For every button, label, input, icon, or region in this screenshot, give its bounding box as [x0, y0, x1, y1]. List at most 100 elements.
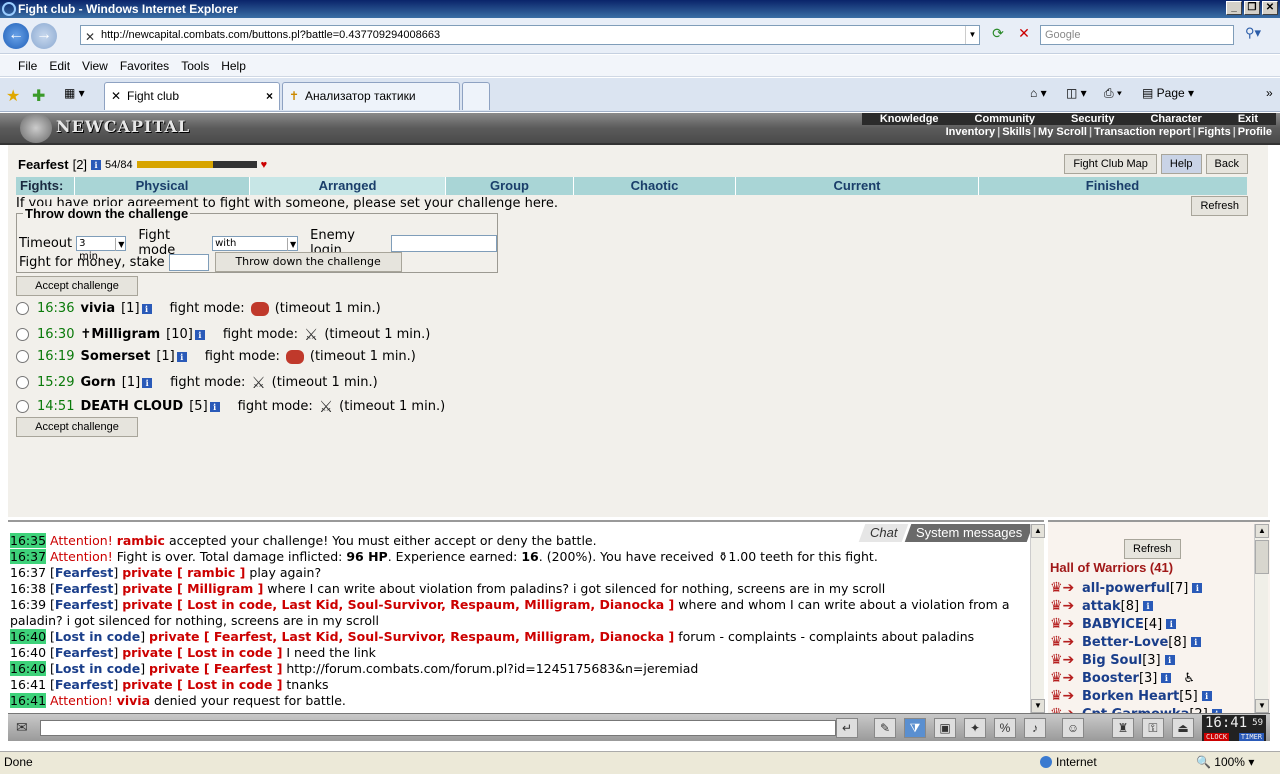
- info-icon[interactable]: i: [1161, 673, 1172, 683]
- chat-sender[interactable]: Fearfest: [55, 581, 113, 596]
- forward-nav-button[interactable]: →: [31, 23, 57, 49]
- zoom-level[interactable]: 🔍 100% ▾: [1196, 752, 1254, 772]
- challenge-row[interactable]: 15:29 Gorn [1] i fight mode: ⚔ (timeout 1 min.…: [16, 373, 378, 392]
- info-icon[interactable]: i: [141, 303, 152, 314]
- info-icon[interactable]: i: [209, 401, 220, 412]
- warrior-name[interactable]: Big Soul: [1082, 653, 1142, 668]
- tab-physical[interactable]: Physical: [74, 177, 249, 195]
- challenge-player[interactable]: Somerset: [80, 349, 150, 364]
- stop-icon[interactable]: ✕: [1014, 25, 1034, 45]
- invite-arrow-icon[interactable]: ♛➔: [1050, 634, 1078, 650]
- nav-character[interactable]: Character: [1132, 113, 1219, 125]
- info-icon[interactable]: i: [142, 377, 153, 388]
- enemy-login-input[interactable]: [391, 234, 497, 252]
- fighter-icon[interactable]: ✦: [964, 718, 986, 738]
- maximize-button[interactable]: ❐: [1244, 1, 1260, 15]
- search-icon[interactable]: ⚲▾: [1238, 25, 1268, 45]
- sound-icon[interactable]: ♪: [1024, 718, 1046, 738]
- invite-arrow-icon[interactable]: ♛➔: [1050, 670, 1078, 686]
- challenge-radio[interactable]: [16, 376, 29, 389]
- chat-timestamp[interactable]: 16:38: [10, 581, 46, 596]
- feeds-icon[interactable]: ◫ ▾: [1066, 86, 1087, 100]
- throw-challenge-button[interactable]: Throw down the challenge: [214, 252, 402, 272]
- chat-scrollbar[interactable]: ▲ ▼: [1030, 524, 1045, 713]
- chat-sender[interactable]: Lost in code: [55, 629, 140, 644]
- invite-arrow-icon[interactable]: ♛➔: [1050, 652, 1078, 668]
- warrior-name[interactable]: all-powerful: [1082, 581, 1170, 596]
- quick-tabs-icon[interactable]: ▦ ▾: [64, 86, 85, 100]
- invite-arrow-icon[interactable]: ♛➔: [1050, 688, 1078, 704]
- info-icon[interactable]: i: [1143, 601, 1154, 611]
- warrior-item[interactable]: ♛➔ Booster [3] i ♿: [1050, 670, 1195, 686]
- stake-input[interactable]: [168, 253, 209, 271]
- page-menu-button[interactable]: ▤ Page ▾: [1142, 86, 1194, 100]
- scroll-up-icon[interactable]: ▲: [1031, 524, 1045, 538]
- back-nav-button[interactable]: ←: [3, 23, 29, 49]
- menu-tools[interactable]: Tools: [175, 55, 215, 76]
- chat-timestamp[interactable]: 16:41: [10, 693, 47, 708]
- chat-timestamp[interactable]: 16:40: [10, 645, 46, 660]
- subnav-my-scroll[interactable]: My Scroll: [1036, 126, 1089, 139]
- subnav-skills[interactable]: Skills: [1000, 126, 1033, 139]
- filter-icon[interactable]: ⧩: [904, 718, 926, 738]
- invite-arrow-icon[interactable]: ♛➔: [1050, 598, 1078, 614]
- address-dropdown[interactable]: ▼: [965, 26, 979, 44]
- chat-timestamp[interactable]: 16:40: [10, 629, 47, 644]
- info-icon[interactable]: i: [1201, 691, 1212, 701]
- info-icon[interactable]: i: [176, 351, 187, 362]
- challenge-radio[interactable]: [16, 328, 29, 341]
- tab-fight-club[interactable]: ✕ Fight club ×: [104, 82, 280, 110]
- chat-input[interactable]: [40, 720, 836, 736]
- info-icon[interactable]: i: [194, 329, 205, 340]
- home-icon[interactable]: ⌂ ▾: [1030, 86, 1047, 100]
- chat-timestamp[interactable]: 16:39: [10, 597, 46, 612]
- chat-sender[interactable]: Lost in code: [55, 661, 140, 676]
- subnav-inventory[interactable]: Inventory: [944, 126, 998, 139]
- minimize-button[interactable]: _: [1226, 1, 1242, 15]
- warrior-name[interactable]: attak: [1082, 599, 1121, 614]
- add-favorite-icon[interactable]: ✚: [32, 86, 45, 106]
- timer-label[interactable]: TIMER: [1238, 733, 1264, 741]
- info-icon[interactable]: i: [1166, 619, 1177, 629]
- refresh-warriors-button[interactable]: Refresh: [1124, 539, 1181, 559]
- menu-view[interactable]: View: [76, 55, 114, 76]
- scroll-down-icon[interactable]: ▼: [1031, 699, 1045, 713]
- accept-challenge-button[interactable]: Accept challenge: [16, 276, 138, 296]
- menu-file[interactable]: File: [12, 55, 43, 76]
- send-icon[interactable]: ↵: [836, 718, 858, 738]
- challenge-row[interactable]: 14:51 DEATH CLOUD [5] i fight mode: ⚔ (timeout…: [16, 397, 445, 416]
- challenge-player[interactable]: DEATH CLOUD: [80, 399, 183, 414]
- warrior-item[interactable]: ♛➔ attak [8] i: [1050, 598, 1154, 614]
- tab-analyzer[interactable]: ✝ Анализатор тактики проти...: [282, 82, 460, 129]
- subnav-profile[interactable]: Profile: [1236, 126, 1274, 139]
- info-icon[interactable]: i: [1190, 637, 1201, 647]
- info-icon[interactable]: i: [1164, 655, 1175, 665]
- nav-security[interactable]: Security: [1053, 113, 1132, 125]
- challenge-row[interactable]: 16:36 vivia [1] i fight mode: (timeout 1 min.…: [16, 301, 381, 316]
- fight-mode-select[interactable]: with weapons: [212, 235, 299, 262]
- warrior-item[interactable]: ♛➔ Borken Heart [5] i: [1050, 688, 1212, 704]
- chevron-right-icon[interactable]: »: [1266, 86, 1273, 100]
- scroll-down-icon[interactable]: ▼: [1255, 699, 1269, 713]
- clock-label[interactable]: CLOCK: [1204, 733, 1230, 741]
- player-name[interactable]: Fearfest: [18, 157, 69, 172]
- challenge-radio[interactable]: [16, 400, 29, 413]
- chat-icon[interactable]: ✉: [16, 719, 28, 736]
- warrior-name[interactable]: Booster: [1082, 671, 1139, 686]
- challenge-player[interactable]: ✝Milligram: [80, 327, 160, 342]
- tab-close-icon[interactable]: ×: [266, 83, 273, 109]
- menu-help[interactable]: Help: [215, 55, 252, 76]
- help-button[interactable]: Help: [1160, 154, 1202, 174]
- warrior-item[interactable]: ♛➔ all-powerful [7] i: [1050, 580, 1203, 596]
- scroll-thumb[interactable]: [1255, 540, 1269, 574]
- nav-knowledge[interactable]: Knowledge: [862, 113, 957, 125]
- info-icon[interactable]: i: [1192, 583, 1203, 593]
- refresh-button[interactable]: Refresh: [1191, 196, 1248, 216]
- accept-challenge-button[interactable]: Accept challenge: [16, 417, 138, 437]
- challenge-radio[interactable]: [16, 350, 29, 363]
- warrior-item[interactable]: ♛➔ Better-Love [8] i: [1050, 634, 1201, 650]
- new-tab-button[interactable]: [462, 82, 490, 110]
- chat-sender[interactable]: Fearfest: [55, 597, 113, 612]
- warrior-name[interactable]: Better-Love: [1082, 635, 1168, 650]
- warrior-item[interactable]: ♛➔ Big Soul [3] i: [1050, 652, 1175, 668]
